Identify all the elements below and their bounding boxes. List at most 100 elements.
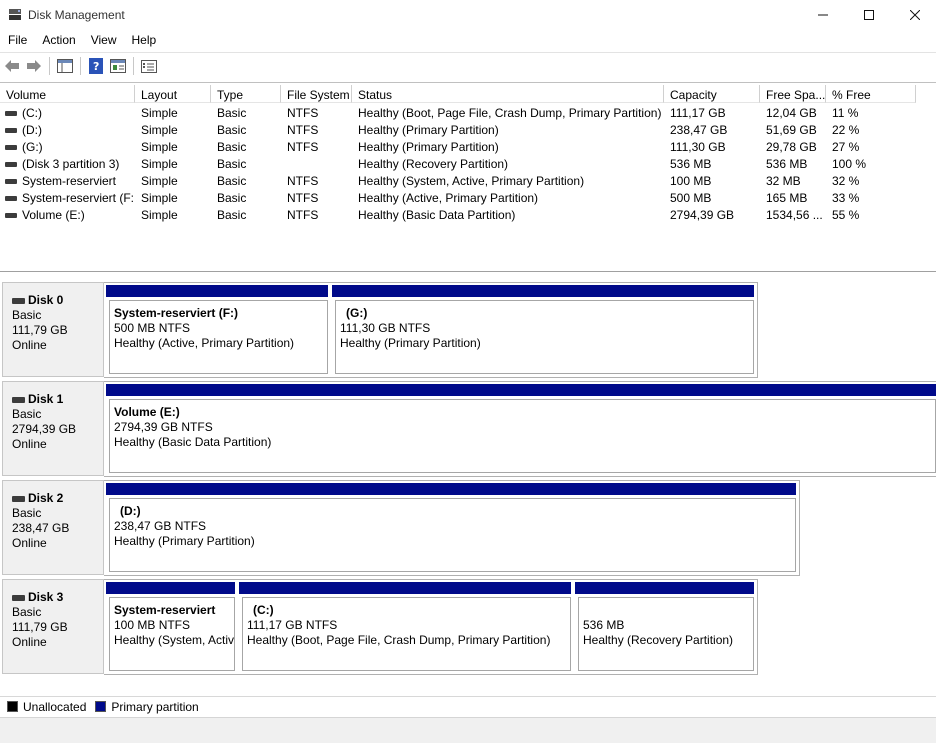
column-header-status[interactable]: Status [352,85,664,103]
volume-row[interactable]: (G:) Simple Basic NTFS Healthy (Primary … [0,139,936,156]
volume-free-space: 29,78 GB [766,140,817,154]
partition-body: 536 MB Healthy (Recovery Partition) [578,597,754,671]
partition-body: (G:) 111,30 GB NTFS Healthy (Primary Par… [335,300,754,374]
partition[interactable]: 536 MB Healthy (Recovery Partition) [573,580,756,674]
volume-row[interactable]: Volume (E:) Simple Basic NTFS Healthy (B… [0,207,936,224]
volume-status: Healthy (Primary Partition) [358,123,499,137]
volume-percent-free: 55 % [832,208,860,222]
disk-status: Online [12,338,47,352]
toolbar-separator [49,57,50,75]
disk-info[interactable]: Disk 2 Basic 238,47 GB Online [2,480,104,575]
volume-status: Healthy (Primary Partition) [358,140,499,154]
volume-type: Basic [217,106,247,120]
volume-row[interactable]: System-reserviert Simple Basic NTFS Heal… [0,173,936,190]
settings-list-button[interactable] [138,55,160,77]
volume-row[interactable]: System-reserviert (F:) Simple Basic NTFS… [0,190,936,207]
forward-arrow-icon [27,60,41,72]
partition[interactable]: Volume (E:) 2794,39 GB NTFS Healthy (Bas… [104,382,936,476]
partition[interactable]: System-reserviert (F:) 500 MB NTFS Healt… [104,283,330,377]
disk-row: Disk 2 Basic 238,47 GB Online (D:) 238,4… [0,480,936,576]
disk-icon [12,495,25,502]
volume-file-system: NTFS [287,174,319,188]
volume-percent-free: 11 % [832,106,859,120]
volume-file-system: NTFS [287,208,319,222]
volume-free-space: 1534,56 ... [766,208,823,222]
volume-capacity: 111,30 GB [670,140,726,154]
drive-icon [5,162,17,167]
legend: Unallocated Primary partition [0,696,936,716]
back-arrow-icon [5,60,19,72]
maximize-button[interactable] [846,0,892,30]
window-title: Disk Management [28,8,125,22]
disk-info[interactable]: Disk 0 Basic 111,79 GB Online [2,282,104,377]
column-header-layout[interactable]: Layout [135,85,211,103]
volume-layout: Simple [141,106,178,120]
volume-file-system: NTFS [287,191,319,205]
toolbar-separator [133,57,134,75]
partition-size: 238,47 GB NTFS [114,519,207,533]
drive-icon [5,111,17,116]
partition[interactable]: (C:) 111,17 GB NTFS Healthy (Boot, Page … [237,580,573,674]
disk-size: 238,47 GB [12,521,70,535]
disk-size: 2794,39 GB [12,422,77,436]
volume-type: Basic [217,191,247,205]
partition-body: Volume (E:) 2794,39 GB NTFS Healthy (Bas… [109,399,936,473]
partition-name: (C:) [253,603,274,617]
disk-icon [12,594,25,601]
volume-layout: Simple [141,208,178,222]
partition[interactable]: System-reserviert 100 MB NTFS Healthy (S… [104,580,237,674]
back-button[interactable] [1,55,23,77]
column-header-type[interactable]: Type [211,85,281,103]
show-hide-console-tree-button[interactable] [54,55,76,77]
partition[interactable]: (G:) 111,30 GB NTFS Healthy (Primary Par… [330,283,756,377]
volume-percent-free: 32 % [832,174,860,188]
volume-type: Basic [217,123,247,137]
column-header-free-space[interactable]: Free Spa... [760,85,826,103]
drive-icon [5,196,17,201]
menu-file[interactable]: File [0,30,34,51]
volume-layout: Simple [141,140,178,154]
drive-icon [5,145,17,150]
disk-info[interactable]: Disk 3 Basic 111,79 GB Online [2,579,104,674]
column-header-percent-free[interactable]: % Free [826,85,916,103]
properties-button[interactable] [107,55,129,77]
forward-button[interactable] [23,55,45,77]
disk-graphical-view[interactable]: Disk 0 Basic 111,79 GB Online System-res… [0,274,936,692]
volume-layout: Simple [141,123,178,137]
volume-status: Healthy (Recovery Partition) [358,157,509,171]
partition-body: System-reserviert (F:) 500 MB NTFS Healt… [109,300,328,374]
partition-name: System-reserviert (F:) [114,306,239,320]
disk-info[interactable]: Disk 1 Basic 2794,39 GB Online [2,381,104,476]
console-tree-icon [57,59,73,73]
menu-view[interactable]: View [83,30,124,51]
volume-name: System-reserviert [22,174,117,188]
column-header-capacity[interactable]: Capacity [664,85,760,103]
partition[interactable]: (D:) 238,47 GB NTFS Healthy (Primary Par… [104,481,798,575]
partition-color-bar [575,582,754,594]
volume-capacity: 536 MB [670,157,712,171]
volume-layout: Simple [141,191,178,205]
help-button[interactable]: ? [85,55,107,77]
disk-name: Disk 3 [28,590,64,604]
volume-list[interactable]: Volume Layout Type File System Status Ca… [0,82,936,272]
disk-row: Disk 0 Basic 111,79 GB Online System-res… [0,282,936,378]
volume-row[interactable]: (C:) Simple Basic NTFS Healthy (Boot, Pa… [0,105,936,122]
column-header-volume[interactable]: Volume [0,85,135,103]
close-button[interactable] [892,0,936,30]
partition-color-bar [332,285,754,297]
partition-color-bar [106,285,328,297]
primary-partition-swatch [95,701,107,712]
disk-size: 111,79 GB [12,323,68,337]
disk-management-app-icon [9,9,21,20]
volume-row[interactable]: (Disk 3 partition 3) Simple Basic Health… [0,156,936,173]
volume-list-header: Volume Layout Type File System Status Ca… [0,85,936,103]
menu-action[interactable]: Action [34,30,82,51]
volume-status: Healthy (Basic Data Partition) [358,208,516,222]
column-header-file-system[interactable]: File System [281,85,352,103]
minimize-button[interactable] [800,0,846,30]
volume-row[interactable]: (D:) Simple Basic NTFS Healthy (Primary … [0,122,936,139]
legend-primary-label: Primary partition [111,699,199,714]
partition-size: 100 MB NTFS [114,618,191,632]
partition-status: Healthy (Basic Data Partition) [114,435,272,449]
menu-help[interactable]: Help [124,30,164,51]
